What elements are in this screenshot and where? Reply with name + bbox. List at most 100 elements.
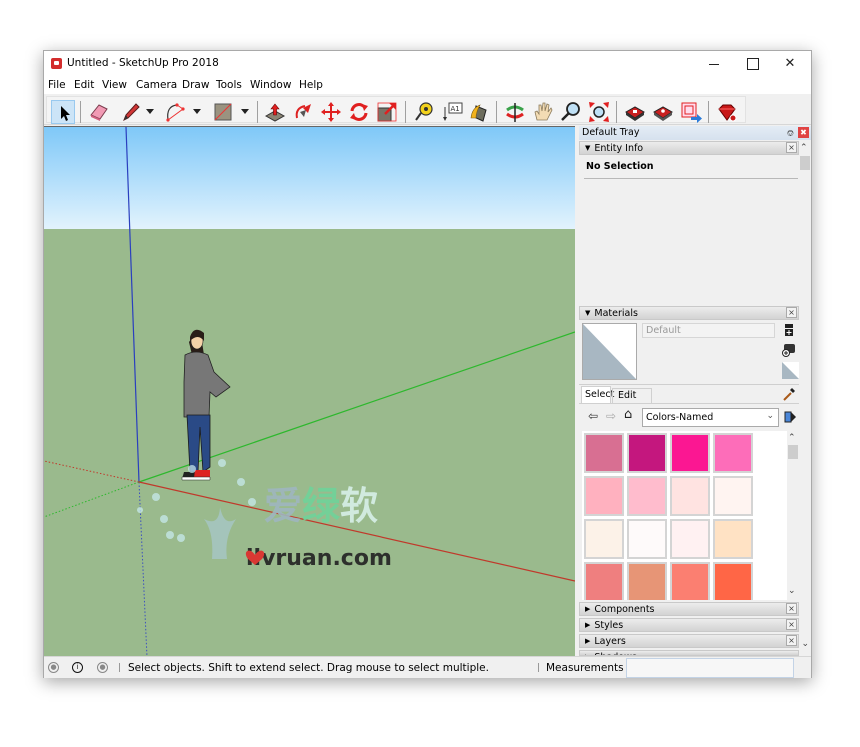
scale-tool-button[interactable] (375, 100, 399, 124)
add-material-icon (782, 344, 795, 357)
credits-info-icon[interactable]: i (72, 662, 83, 673)
sample-paint-button[interactable] (782, 387, 796, 401)
scrollbar-thumb[interactable] (800, 156, 810, 170)
scroll-up-icon[interactable]: ⌃ (800, 143, 808, 153)
back-arrow-icon[interactable]: ⇦ (588, 409, 598, 423)
material-name-field[interactable]: Default (642, 323, 775, 338)
create-material-button[interactable] (784, 323, 794, 337)
3d-warehouse-button[interactable] (623, 100, 647, 124)
divider (538, 663, 539, 672)
components-header[interactable]: ▶ Components × (579, 602, 799, 616)
scrollbar-thumb[interactable] (788, 445, 798, 459)
close-button[interactable]: ✕ (771, 51, 809, 76)
watermark-chinese-text: 爱绿软 (264, 484, 378, 528)
entity-info-header[interactable]: ▼ Entity Info × (579, 141, 799, 155)
layers-header[interactable]: ▶ Layers × (579, 634, 799, 648)
details-button[interactable] (784, 410, 797, 424)
extension-manager-button[interactable] (715, 100, 739, 124)
material-swatch[interactable] (584, 476, 624, 516)
scroll-up-icon[interactable]: ⌃ (788, 433, 796, 443)
paint-bucket-tool-button[interactable] (468, 100, 492, 124)
tray-scroll-down-icon[interactable]: ⌄ (801, 639, 809, 649)
menu-camera[interactable]: Camera (136, 79, 177, 91)
scroll-down-icon[interactable]: ⌄ (788, 586, 796, 596)
text-tool-button[interactable]: A1 (440, 100, 464, 124)
materials-header[interactable]: ▼ Materials × (579, 306, 799, 320)
material-swatch[interactable] (670, 476, 710, 516)
toolbar: A1 (44, 94, 811, 125)
paint-bucket-icon (470, 104, 487, 122)
menu-window[interactable]: Window (250, 79, 291, 91)
material-swatch[interactable] (584, 562, 624, 600)
minimize-button[interactable] (695, 51, 733, 76)
selection-status: No Selection (586, 161, 654, 172)
default-tray: Default Tray ⎊ ✖ ▼ Entity Info × No Selec… (579, 126, 811, 656)
eraser-tool-button[interactable] (87, 100, 111, 124)
layers-close-button[interactable]: × (786, 635, 797, 646)
library-dropdown[interactable]: Colors-Named ⌄ (642, 408, 779, 427)
status-message: Select objects. Shift to extend select. … (128, 662, 489, 674)
menu-edit[interactable]: Edit (74, 79, 94, 91)
styles-header[interactable]: ▶ Styles × (579, 618, 799, 632)
swatch-scrollbar[interactable]: ⌃ ⌄ (787, 431, 799, 600)
material-swatch[interactable] (627, 562, 667, 600)
tray-close-button[interactable]: ✖ (798, 127, 809, 138)
material-swatch[interactable] (670, 519, 710, 559)
material-swatch[interactable] (670, 562, 710, 600)
material-swatch[interactable] (627, 476, 667, 516)
scene[interactable]: 爱绿软 ilvruan.com (44, 127, 575, 656)
styles-close-button[interactable]: × (786, 619, 797, 630)
components-title: Components (594, 604, 655, 615)
orbit-tool-button[interactable] (503, 100, 527, 124)
material-swatch[interactable] (584, 433, 624, 473)
material-swatch[interactable] (627, 433, 667, 473)
material-swatch[interactable] (713, 562, 753, 600)
geo-location-icon[interactable]: ● (48, 662, 59, 673)
shapes-tool-button[interactable] (211, 100, 235, 124)
pin-icon[interactable]: ⎊ (787, 127, 794, 141)
line-tool-button[interactable] (119, 100, 143, 124)
zoom-extents-tool-button[interactable] (587, 100, 611, 124)
move-tool-button[interactable] (319, 100, 343, 124)
menu-tools[interactable]: Tools (216, 79, 242, 91)
material-swatch[interactable] (713, 519, 753, 559)
home-icon[interactable]: ⌂ (624, 407, 632, 422)
material-swatch[interactable] (584, 519, 624, 559)
material-swatch[interactable] (627, 519, 667, 559)
user-account-icon[interactable]: ● (97, 662, 108, 673)
tab-edit[interactable]: Edit (612, 388, 652, 403)
rotate-tool-button[interactable] (347, 100, 371, 124)
materials-close-button[interactable]: × (786, 307, 797, 318)
zoom-tool-button[interactable] (559, 100, 583, 124)
arc-tool-button[interactable] (163, 100, 187, 124)
menu-file[interactable]: File (48, 79, 66, 91)
push-pull-tool-button[interactable] (263, 100, 287, 124)
add-to-model-button[interactable] (781, 342, 797, 358)
scale-icon (377, 102, 397, 122)
send-to-layout-button[interactable] (679, 100, 703, 124)
measurements-input[interactable] (626, 658, 794, 678)
material-swatch[interactable] (713, 433, 753, 473)
tape-measure-tool-button[interactable] (412, 100, 436, 124)
forward-arrow-icon[interactable]: ⇨ (606, 409, 616, 423)
follow-me-tool-button[interactable] (291, 100, 315, 124)
pan-tool-button[interactable] (531, 100, 555, 124)
select-tool-button[interactable] (51, 100, 75, 124)
arc-tool-dropdown[interactable] (193, 109, 201, 114)
sample-paint-preview[interactable] (782, 362, 799, 379)
material-swatch[interactable] (670, 433, 710, 473)
shapes-tool-dropdown[interactable] (241, 109, 249, 114)
menu-draw[interactable]: Draw (182, 79, 209, 91)
extension-warehouse-button[interactable] (651, 100, 675, 124)
material-swatch[interactable] (713, 476, 753, 516)
menu-view[interactable]: View (102, 79, 127, 91)
entity-info-scrollbar[interactable]: ⌃ (799, 141, 811, 306)
components-close-button[interactable]: × (786, 603, 797, 614)
tab-select[interactable]: Select (581, 386, 614, 403)
move-icon (321, 102, 341, 122)
maximize-button[interactable] (733, 51, 771, 76)
line-tool-dropdown[interactable] (146, 109, 154, 114)
entity-info-close-button[interactable]: × (786, 142, 797, 153)
menu-help[interactable]: Help (299, 79, 323, 91)
drawing-viewport[interactable]: 爱绿软 ilvruan.com (44, 126, 575, 656)
